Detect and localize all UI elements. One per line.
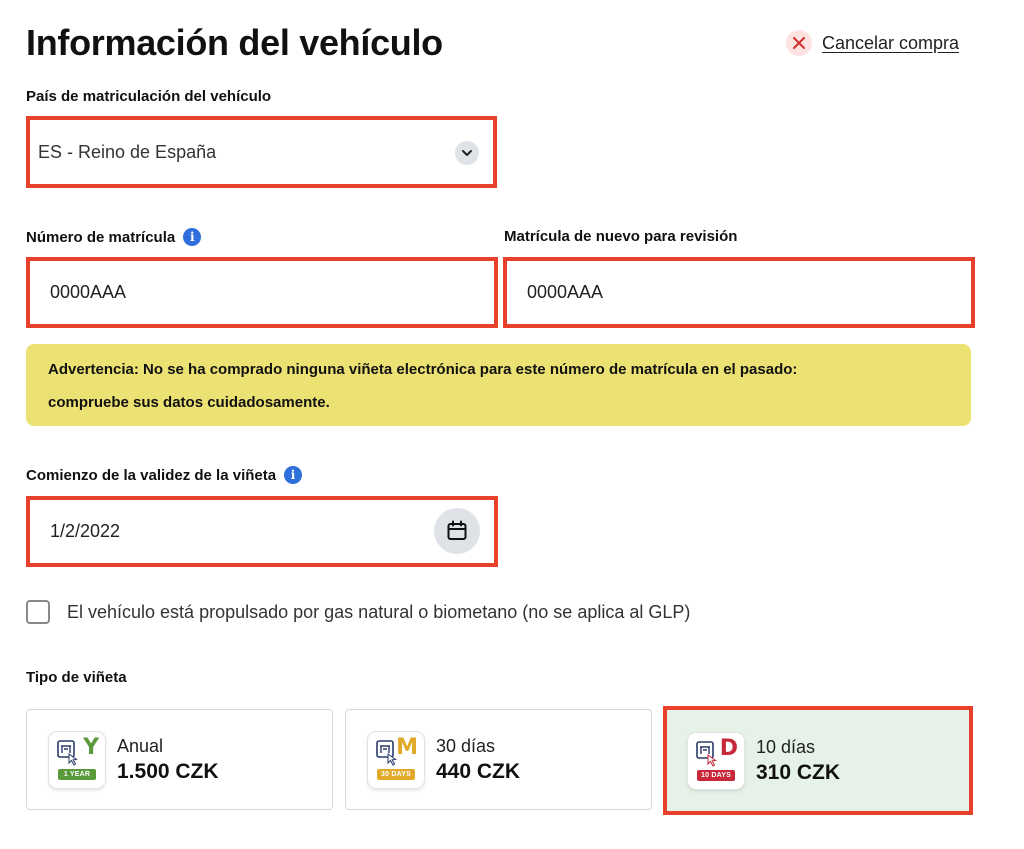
validity-date-value: 1/2/2022 bbox=[50, 521, 121, 541]
gas-checkbox-label[interactable]: El vehículo está propulsado por gas natu… bbox=[67, 602, 690, 623]
vignette-option-30-days[interactable]: M 30 DAYS 30 días 440 CZK bbox=[345, 709, 652, 810]
chevron-down-icon bbox=[455, 141, 479, 165]
vignette-30-days-ribbon: 30 DAYS bbox=[377, 768, 415, 780]
vignette-annual-badge-icon: Y 1 YEAR bbox=[49, 731, 105, 788]
vignette-option-annual[interactable]: Y 1 YEAR Anual 1.500 CZK bbox=[26, 709, 333, 810]
gas-checkbox-row[interactable]: El vehículo está propulsado por gas natu… bbox=[26, 600, 690, 624]
vignette-option-10-days[interactable]: D 10 DAYS 10 días 310 CZK bbox=[663, 706, 973, 815]
vignette-30-days-badge-icon: M 30 DAYS bbox=[368, 731, 424, 788]
plate-confirm-input-value: 0000AAA bbox=[527, 282, 604, 302]
vignette-10-days-badge-icon: D 10 DAYS bbox=[688, 732, 744, 789]
validity-label: Comienzo de la validez de la viñeta i bbox=[26, 466, 303, 484]
plate-confirm-input[interactable]: 0000AAA bbox=[503, 257, 975, 328]
calendar-icon[interactable] bbox=[434, 508, 480, 554]
vignette-annual-letter: Y bbox=[83, 734, 99, 760]
warning-line-2: compruebe sus datos cuidadosamente. bbox=[48, 394, 330, 411]
close-icon bbox=[786, 30, 812, 56]
country-label: País de matriculación del vehículo bbox=[26, 88, 271, 105]
page-title: Información del vehículo bbox=[26, 22, 443, 63]
info-icon[interactable]: i bbox=[183, 228, 202, 246]
country-select[interactable]: ES - Reino de España bbox=[26, 116, 497, 188]
vignette-10-days-letter: D bbox=[719, 735, 738, 761]
vignette-10-days-name: 10 días bbox=[756, 736, 816, 757]
vignette-30-days-price: 440 CZK bbox=[436, 759, 521, 783]
vignette-30-days-letter: M bbox=[396, 734, 418, 760]
gas-checkbox[interactable] bbox=[26, 600, 50, 624]
validity-label-text: Comienzo de la validez de la viñeta bbox=[26, 466, 277, 484]
vignette-10-days-ribbon: 10 DAYS bbox=[697, 769, 735, 781]
vignette-annual-name: Anual bbox=[117, 735, 164, 756]
validity-date-input[interactable]: 1/2/2022 bbox=[26, 496, 498, 567]
vignette-type-label: Tipo de viñeta bbox=[26, 669, 127, 686]
vignette-30-days-name: 30 días bbox=[436, 735, 496, 756]
vignette-annual-price: 1.500 CZK bbox=[117, 759, 219, 783]
cancel-purchase-link[interactable]: Cancelar compra bbox=[786, 30, 959, 56]
warning-message: Advertencia: No se ha comprado ninguna v… bbox=[26, 344, 971, 426]
plate-label: Número de matrícula i bbox=[26, 228, 202, 246]
vignette-10-days-price: 310 CZK bbox=[756, 760, 841, 784]
plate-confirm-label-text: Matrícula de nuevo para revisión bbox=[504, 228, 738, 245]
highway-sign-icon bbox=[376, 739, 397, 766]
plate-confirm-label: Matrícula de nuevo para revisión bbox=[504, 228, 737, 245]
vignette-type-label-text: Tipo de viñeta bbox=[26, 669, 127, 686]
highway-sign-icon bbox=[696, 740, 717, 767]
highway-sign-icon bbox=[57, 739, 78, 766]
country-label-text: País de matriculación del vehículo bbox=[26, 88, 272, 105]
info-icon[interactable]: i bbox=[284, 466, 303, 484]
plate-label-text: Número de matrícula bbox=[26, 228, 176, 246]
plate-input[interactable]: 0000AAA bbox=[26, 257, 498, 328]
country-select-value: ES - Reino de España bbox=[38, 141, 217, 162]
vignette-annual-ribbon: 1 YEAR bbox=[58, 768, 96, 780]
plate-input-value: 0000AAA bbox=[50, 282, 127, 302]
warning-line-1: Advertencia: No se ha comprado ninguna v… bbox=[48, 361, 798, 378]
cancel-purchase-label: Cancelar compra bbox=[822, 32, 960, 53]
